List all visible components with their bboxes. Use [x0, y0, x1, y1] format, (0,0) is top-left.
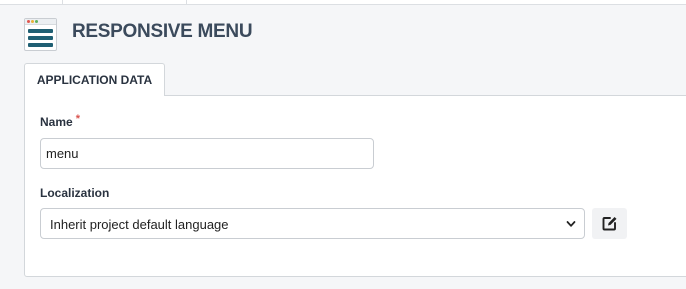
name-input[interactable]: [40, 138, 374, 169]
top-tab-strip: [0, 0, 686, 5]
name-label: Name *: [40, 113, 80, 129]
icon-dot: [35, 20, 38, 23]
localization-selected-value: Inherit project default language: [50, 217, 229, 232]
page-title: RESPONSIVE MENU: [72, 21, 253, 42]
top-tab-segment: [0, 0, 63, 4]
localization-select[interactable]: Inherit project default language: [40, 208, 585, 239]
icon-bar: [28, 43, 53, 47]
icon-bar: [28, 36, 53, 40]
tab-application-data[interactable]: APPLICATION DATA: [24, 63, 165, 96]
edit-icon: [602, 217, 617, 231]
required-marker: *: [75, 113, 80, 125]
name-label-text: Name: [40, 115, 73, 129]
icon-dot: [31, 20, 34, 23]
form-panel: [24, 95, 686, 277]
icon-dot: [27, 20, 30, 23]
icon-titlebar: [25, 19, 56, 25]
top-tab-segment: [62, 0, 187, 4]
hamburger-menu-icon: [24, 18, 57, 51]
edit-localization-button[interactable]: [592, 208, 627, 239]
localization-label: Localization: [40, 186, 110, 200]
chevron-down-icon: [566, 221, 576, 227]
icon-bar: [28, 29, 53, 33]
